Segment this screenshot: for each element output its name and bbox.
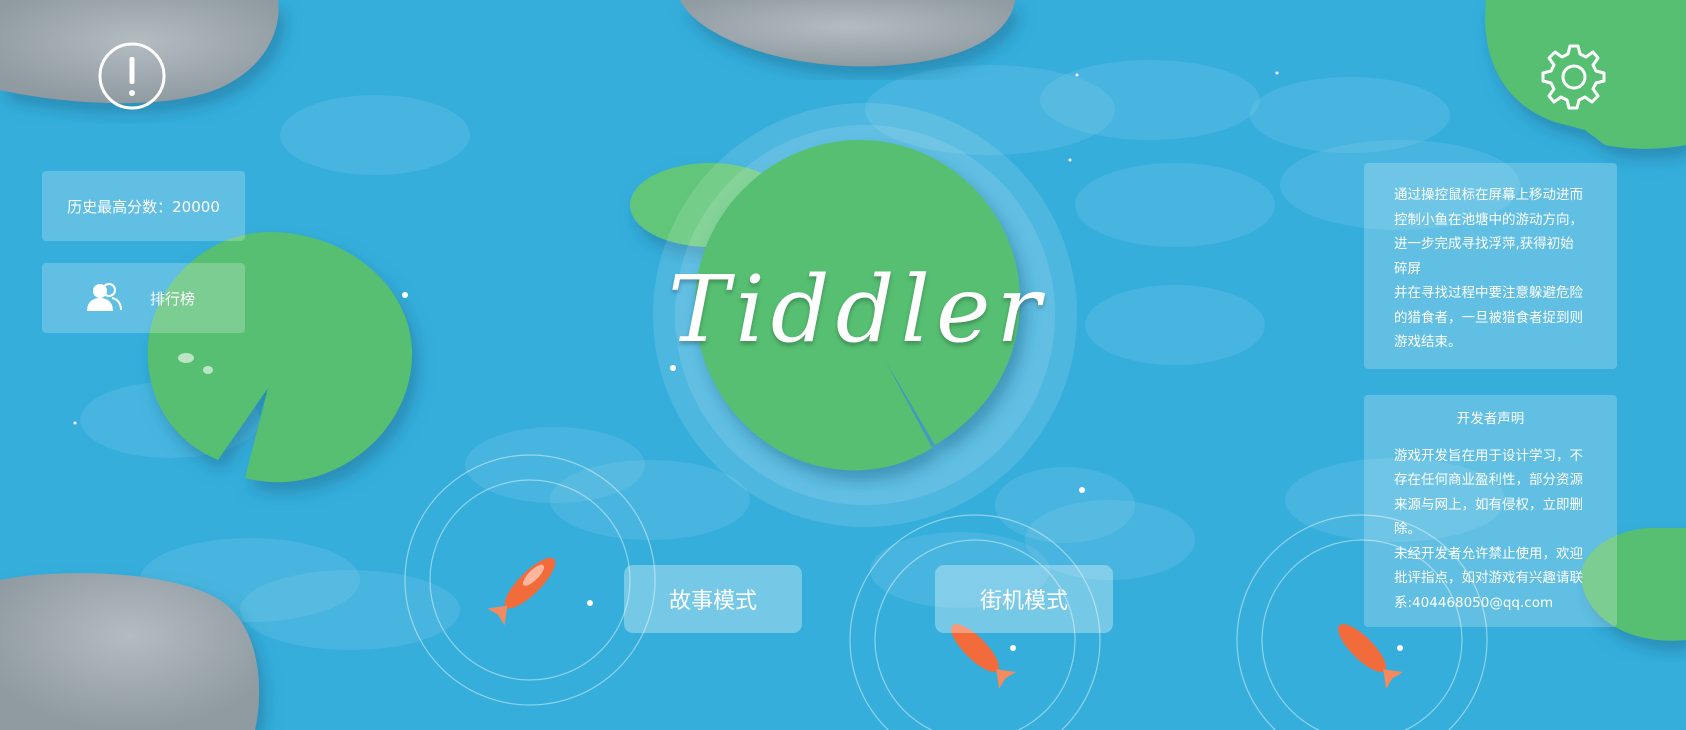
koi-fish-3 <box>1338 624 1404 690</box>
leaderboard-label: 排行榜 <box>150 289 196 308</box>
developer-statement-panel: 开发者声明 游戏开发旨在用于设计学习，不 存在任何商业盈利性，部分资源 来源与网… <box>1364 395 1617 627</box>
developer-statement-title: 开发者声明 <box>1456 411 1525 427</box>
instructions-text: 通过操控鼠标在屏幕上移动进而 控制小鱼在池塘中的游动方向， 进一步完成寻找浮萍,… <box>1394 187 1583 350</box>
developer-statement-text: 游戏开发旨在用于设计学习，不 存在任何商业盈利性，部分资源 来源与网上，如有侵权… <box>1394 447 1583 611</box>
game-title: Tiddler <box>668 256 1047 363</box>
high-score-text: 历史最高分数：20000 <box>67 197 220 216</box>
story-mode-button[interactable]: 故事模式 <box>624 565 802 633</box>
info-button[interactable] <box>96 40 168 112</box>
instructions-panel: 通过操控鼠标在屏幕上移动进而 控制小鱼在池塘中的游动方向， 进一步完成寻找浮萍,… <box>1364 163 1617 369</box>
gear-icon <box>1541 44 1606 110</box>
settings-button[interactable] <box>1540 40 1608 110</box>
info-icon <box>98 42 166 110</box>
koi-fish-1 <box>487 557 556 626</box>
users-icon <box>87 283 122 311</box>
stone-top-center <box>680 0 1015 67</box>
high-score-panel: 历史最高分数：20000 <box>42 171 245 241</box>
leaderboard-button[interactable]: 排行榜 <box>42 263 245 333</box>
arcade-mode-button[interactable]: 街机模式 <box>935 565 1113 633</box>
